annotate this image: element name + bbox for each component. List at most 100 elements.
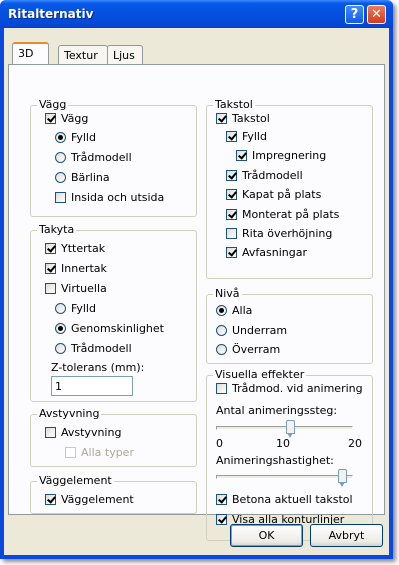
slider-track xyxy=(216,475,353,479)
checkbox-label: Alla typer xyxy=(81,445,134,459)
radio-label: Överram xyxy=(232,342,281,356)
radio-label: Fylld xyxy=(71,130,96,144)
vagg-insida-checkbox[interactable]: Insida och utsida xyxy=(55,189,164,205)
tick-label-max: 20 xyxy=(348,436,362,450)
group-avstyvning: Avstyvning Avstyvning Alla typer xyxy=(30,407,197,467)
virtuella-checkbox[interactable]: Virtuella xyxy=(45,280,107,296)
tick-label-mid: 10 xyxy=(276,436,290,450)
group-vaggelement: Väggelement Väggelement xyxy=(30,474,197,514)
checkbox-icon xyxy=(226,227,237,239)
checkbox-icon xyxy=(216,493,227,505)
takyta-tradmodell-radio[interactable]: Trådmodell xyxy=(55,340,132,356)
radio-icon xyxy=(55,322,66,334)
tradmod-animering-checkbox[interactable]: Trådmod. vid animering xyxy=(216,380,363,396)
yttertak-checkbox[interactable]: Yttertak xyxy=(45,240,105,256)
radio-label: Genomskinlighet xyxy=(71,321,164,335)
takstol-fylld-checkbox[interactable]: Fylld xyxy=(226,128,267,144)
radio-icon xyxy=(55,342,66,354)
ok-button[interactable]: OK xyxy=(230,524,303,547)
tab-label: Ljus xyxy=(113,49,135,62)
niva-overram-radio[interactable]: Överram xyxy=(216,341,280,357)
checkbox-icon xyxy=(45,282,56,294)
avfasningar-checkbox[interactable]: Avfasningar xyxy=(226,244,307,260)
cancel-button[interactable]: Avbryt xyxy=(310,524,383,547)
radio-icon xyxy=(55,151,66,163)
close-icon: ✕ xyxy=(371,7,382,22)
dialog-client: 3D Textur Ljus Vägg Vägg Fylld Trådmodel… xyxy=(4,28,389,555)
radio-icon xyxy=(55,131,66,143)
checkbox-icon xyxy=(65,446,76,458)
takyta-fylld-radio[interactable]: Fylld xyxy=(55,300,96,316)
impregnering-checkbox[interactable]: Impregnering xyxy=(236,147,326,163)
group-takstol: Takstol Takstol Fylld Impregnering Trådm… xyxy=(206,98,373,279)
checkbox-icon xyxy=(226,130,237,142)
group-title: Takyta xyxy=(37,223,77,237)
takstol-tradmodell-checkbox[interactable]: Trådmodell xyxy=(226,167,303,183)
checkbox-label: Impregnering xyxy=(252,148,327,162)
monterat-checkbox[interactable]: Monterat på plats xyxy=(226,206,339,222)
checkbox-label: Virtuella xyxy=(61,281,107,295)
group-title: Väggelement xyxy=(37,474,114,488)
checkbox-label: Väggelement xyxy=(61,492,134,506)
radio-label: Trådmodell xyxy=(71,341,132,355)
checkbox-label: Kapat på plats xyxy=(242,187,322,201)
radio-icon xyxy=(216,304,227,316)
ztolerans-label: Z-tolerans (mm): xyxy=(51,360,145,374)
group-takyta: Takyta Yttertak Innertak Virtuella Fylld… xyxy=(30,223,197,402)
checkbox-icon xyxy=(45,426,56,438)
checkbox-label: Yttertak xyxy=(61,241,106,255)
tab-panel-3d: Vägg Vägg Fylld Trådmodell Bärlina Insid… xyxy=(8,64,385,541)
animeringshastighet-slider[interactable] xyxy=(216,468,353,488)
niva-alla-radio[interactable]: Alla xyxy=(216,302,252,318)
checkbox-label: Avstyvning xyxy=(61,425,122,439)
vagg-fylld-radio[interactable]: Fylld xyxy=(55,129,96,145)
radio-icon xyxy=(216,324,227,336)
checkbox-icon xyxy=(226,188,237,200)
takstol-checkbox[interactable]: Takstol xyxy=(216,110,270,126)
checkbox-label: Insida och utsida xyxy=(71,190,165,204)
help-button[interactable]: ? xyxy=(345,5,364,24)
vagg-tradmodell-radio[interactable]: Trådmodell xyxy=(55,149,132,165)
radio-label: Fylld xyxy=(71,301,96,315)
checkbox-label: Monterat på plats xyxy=(242,207,340,221)
betona-checkbox[interactable]: Betona aktuell takstol xyxy=(216,491,353,507)
vagg-checkbox[interactable]: Vägg xyxy=(45,110,88,126)
takyta-genomskinlighet-radio[interactable]: Genomskinlighet xyxy=(55,320,164,336)
checkbox-icon xyxy=(55,191,66,203)
radio-label: Alla xyxy=(232,303,253,317)
rita-overhojning-checkbox[interactable]: Rita överhöjning xyxy=(226,225,332,241)
tab-textur[interactable]: Textur xyxy=(58,45,108,64)
checkbox-icon xyxy=(45,493,56,505)
niva-underram-radio[interactable]: Underram xyxy=(216,322,287,338)
checkbox-label: Trådmod. vid animering xyxy=(232,381,363,395)
tab-label: 3D xyxy=(18,47,34,60)
tab-label: Textur xyxy=(64,49,98,62)
avstyvning-checkbox[interactable]: Avstyvning xyxy=(45,424,121,440)
window-title: Ritalternativ xyxy=(8,7,94,21)
innertak-checkbox[interactable]: Innertak xyxy=(45,260,107,276)
vaggelement-checkbox[interactable]: Väggelement xyxy=(45,491,134,507)
kapat-checkbox[interactable]: Kapat på plats xyxy=(226,186,321,202)
slider-thumb[interactable] xyxy=(337,469,347,487)
checkbox-label: Takstol xyxy=(232,111,270,125)
checkbox-icon xyxy=(45,262,56,274)
alla-typer-checkbox[interactable]: Alla typer xyxy=(65,444,134,460)
radio-icon xyxy=(216,343,227,355)
group-title: Avstyvning xyxy=(37,407,102,421)
help-icon: ? xyxy=(350,7,359,22)
checkbox-label: Trådmodell xyxy=(242,168,303,182)
slider-thumb[interactable] xyxy=(286,420,296,438)
checkbox-label: Vägg xyxy=(61,111,89,125)
radio-icon xyxy=(55,171,66,183)
radio-icon xyxy=(55,302,66,314)
tick-label-min: 0 xyxy=(216,436,223,450)
close-button[interactable]: ✕ xyxy=(367,5,386,24)
vagg-barlina-radio[interactable]: Bärlina xyxy=(55,169,110,185)
checkbox-icon xyxy=(226,169,237,181)
dialog-window: Ritalternativ ? ✕ 3D Textur Ljus Vägg Vä… xyxy=(0,0,393,559)
tab-3d[interactable]: 3D xyxy=(12,42,49,64)
checkbox-label: Betona aktuell takstol xyxy=(232,492,353,506)
title-bar[interactable]: Ritalternativ ? ✕ xyxy=(0,0,393,28)
ztolerans-input[interactable]: 1 xyxy=(51,376,133,396)
tab-ljus[interactable]: Ljus xyxy=(107,45,143,64)
